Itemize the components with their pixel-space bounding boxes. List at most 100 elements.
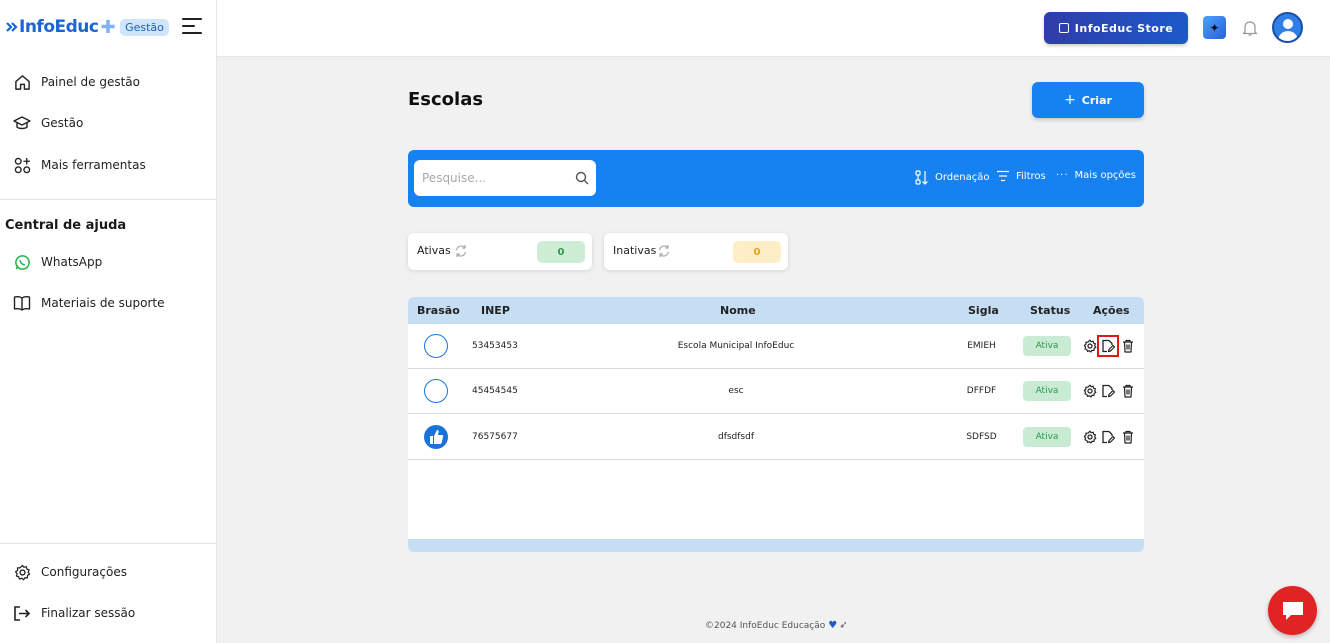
- heart-icon: ♥: [828, 620, 838, 631]
- whatsapp-icon: [13, 253, 31, 271]
- sidebar-item-gestao[interactable]: Gestão: [13, 114, 83, 132]
- sidebar-item-configuracoes[interactable]: Configurações: [13, 563, 127, 581]
- chat-button[interactable]: [1268, 586, 1317, 635]
- sort-icon: [915, 170, 929, 185]
- status-badge: Ativa: [1023, 427, 1071, 447]
- school-crest: [424, 379, 448, 403]
- active-counter-value: 0: [537, 241, 585, 263]
- active-counter: Ativas 0: [408, 233, 592, 270]
- active-counter-label: Ativas: [417, 244, 451, 257]
- table-footer: [408, 539, 1144, 552]
- edit-icon[interactable]: [1097, 335, 1119, 357]
- inactive-counter-value: 0: [733, 241, 781, 263]
- gear-icon: [13, 563, 31, 581]
- settings-gear-icon[interactable]: [1082, 383, 1098, 399]
- thumbs-up-icon: [430, 430, 444, 444]
- table-header: Brasão INEP Nome Sigla Status Ações: [408, 297, 1144, 324]
- sidebar-item-materiais[interactable]: Materiais de suporte: [13, 294, 164, 312]
- search-icon[interactable]: [575, 171, 589, 185]
- refresh-icon[interactable]: [657, 244, 671, 258]
- more-options-label: Mais opções: [1074, 170, 1136, 181]
- graduation-cap-icon: [13, 114, 31, 132]
- menu-toggle-icon[interactable]: [182, 18, 202, 34]
- apps-plus-icon: [13, 156, 31, 174]
- sidebar-item-label: WhatsApp: [41, 255, 103, 269]
- row-inep: 45454545: [472, 386, 518, 396]
- row-name: Escola Municipal InfoEduc: [677, 341, 795, 351]
- sparkle-button[interactable]: ✦: [1203, 16, 1226, 39]
- sidebar-divider: [0, 199, 216, 200]
- settings-gear-icon[interactable]: [1082, 429, 1098, 445]
- sidebar-item-label: Gestão: [41, 116, 84, 130]
- table-row[interactable]: 76575677 dfsdfsdf SDFSD Ativa: [408, 415, 1144, 460]
- brand-logo: InfoEduc ✚: [6, 16, 116, 38]
- sparkle-icon: ✦: [1209, 20, 1220, 35]
- row-inep: 76575677: [472, 432, 518, 442]
- sidebar-item-label: Painel de gestão: [41, 75, 140, 89]
- sidebar-item-label: Materiais de suporte: [41, 296, 165, 310]
- row-inep: 53453453: [472, 341, 518, 351]
- row-name: esc: [728, 386, 744, 396]
- sidebar-item-label: Finalizar sessão: [41, 606, 136, 620]
- filters-label: Filtros: [1016, 170, 1046, 182]
- help-title: Central de ajuda: [5, 218, 127, 233]
- header-actions: Ações: [1093, 304, 1130, 317]
- settings-gear-icon[interactable]: [1082, 338, 1098, 354]
- header-inep[interactable]: INEP: [481, 304, 510, 317]
- refresh-icon[interactable]: [454, 244, 468, 258]
- search-input[interactable]: [414, 160, 596, 196]
- sidebar-item-label: Configurações: [41, 565, 127, 579]
- sidebar: InfoEduc ✚ Gestão Painel de gestão Gestã…: [0, 0, 217, 643]
- header-crest[interactable]: Brasão: [417, 304, 460, 317]
- home-icon: [13, 73, 31, 91]
- more-options-button[interactable]: ··· Mais opções: [1056, 170, 1136, 181]
- rocket-icon: ➶: [839, 620, 848, 631]
- table-row[interactable]: 53453453 Escola Municipal InfoEduc EMIEH…: [408, 324, 1144, 369]
- table-row[interactable]: 45454545 esc DFFDF Ativa: [408, 369, 1144, 414]
- school-crest: [424, 425, 448, 449]
- header-status[interactable]: Status: [1030, 304, 1070, 317]
- brand-name: InfoEduc: [19, 17, 99, 37]
- topbar: InfoEduc Store ✦: [217, 0, 1330, 57]
- brand[interactable]: InfoEduc ✚ Gestão: [6, 14, 169, 40]
- filters-button[interactable]: Filtros: [996, 170, 1046, 182]
- create-button[interactable]: + Criar: [1032, 82, 1144, 118]
- plus-icon: +: [1064, 92, 1076, 108]
- filter-icon: [996, 170, 1010, 182]
- brand-mark-icon: [6, 22, 18, 32]
- sidebar-item-painel[interactable]: Painel de gestão: [13, 73, 140, 91]
- sidebar-item-whatsapp[interactable]: WhatsApp: [13, 253, 102, 271]
- sidebar-item-sair[interactable]: Finalizar sessão: [13, 604, 135, 622]
- create-button-label: Criar: [1081, 93, 1112, 107]
- inactive-counter: Inativas 0: [604, 233, 788, 270]
- page-footer: ©2024 InfoEduc Educação ♥ ➶: [705, 620, 848, 631]
- page-title: Escolas: [408, 89, 484, 110]
- edit-icon[interactable]: [1100, 429, 1116, 445]
- row-name: dfsdfsdf: [717, 432, 755, 442]
- header-acronym[interactable]: Sigla: [968, 304, 999, 317]
- brand-plus-icon: ✚: [100, 16, 116, 38]
- ellipsis-icon: ···: [1056, 170, 1069, 181]
- row-acronym: DFFDF: [966, 386, 997, 396]
- edit-icon[interactable]: [1100, 383, 1116, 399]
- sidebar-item-label: Mais ferramentas: [41, 158, 146, 172]
- sidebar-item-ferramentas[interactable]: Mais ferramentas: [13, 156, 146, 174]
- user-avatar[interactable]: [1272, 12, 1303, 43]
- school-crest: [424, 334, 448, 358]
- header-name[interactable]: Nome: [720, 304, 756, 317]
- row-acronym: SDFSD: [966, 432, 997, 442]
- delete-trash-icon[interactable]: [1120, 338, 1136, 354]
- sort-button[interactable]: Ordenação: [915, 170, 990, 185]
- inactive-counter-label: Inativas: [613, 244, 657, 257]
- row-acronym: EMIEH: [967, 341, 996, 351]
- store-button-label: InfoEduc Store: [1074, 21, 1174, 35]
- delete-trash-icon[interactable]: [1120, 429, 1136, 445]
- delete-trash-icon[interactable]: [1120, 383, 1136, 399]
- status-badge: Ativa: [1023, 381, 1071, 401]
- chat-bubble-icon: [1282, 601, 1303, 620]
- notification-bell-icon[interactable]: [1241, 19, 1259, 37]
- brand-badge: Gestão: [120, 18, 169, 36]
- status-badge: Ativa: [1023, 336, 1071, 356]
- store-button[interactable]: InfoEduc Store: [1044, 12, 1188, 44]
- store-icon: [1058, 23, 1069, 33]
